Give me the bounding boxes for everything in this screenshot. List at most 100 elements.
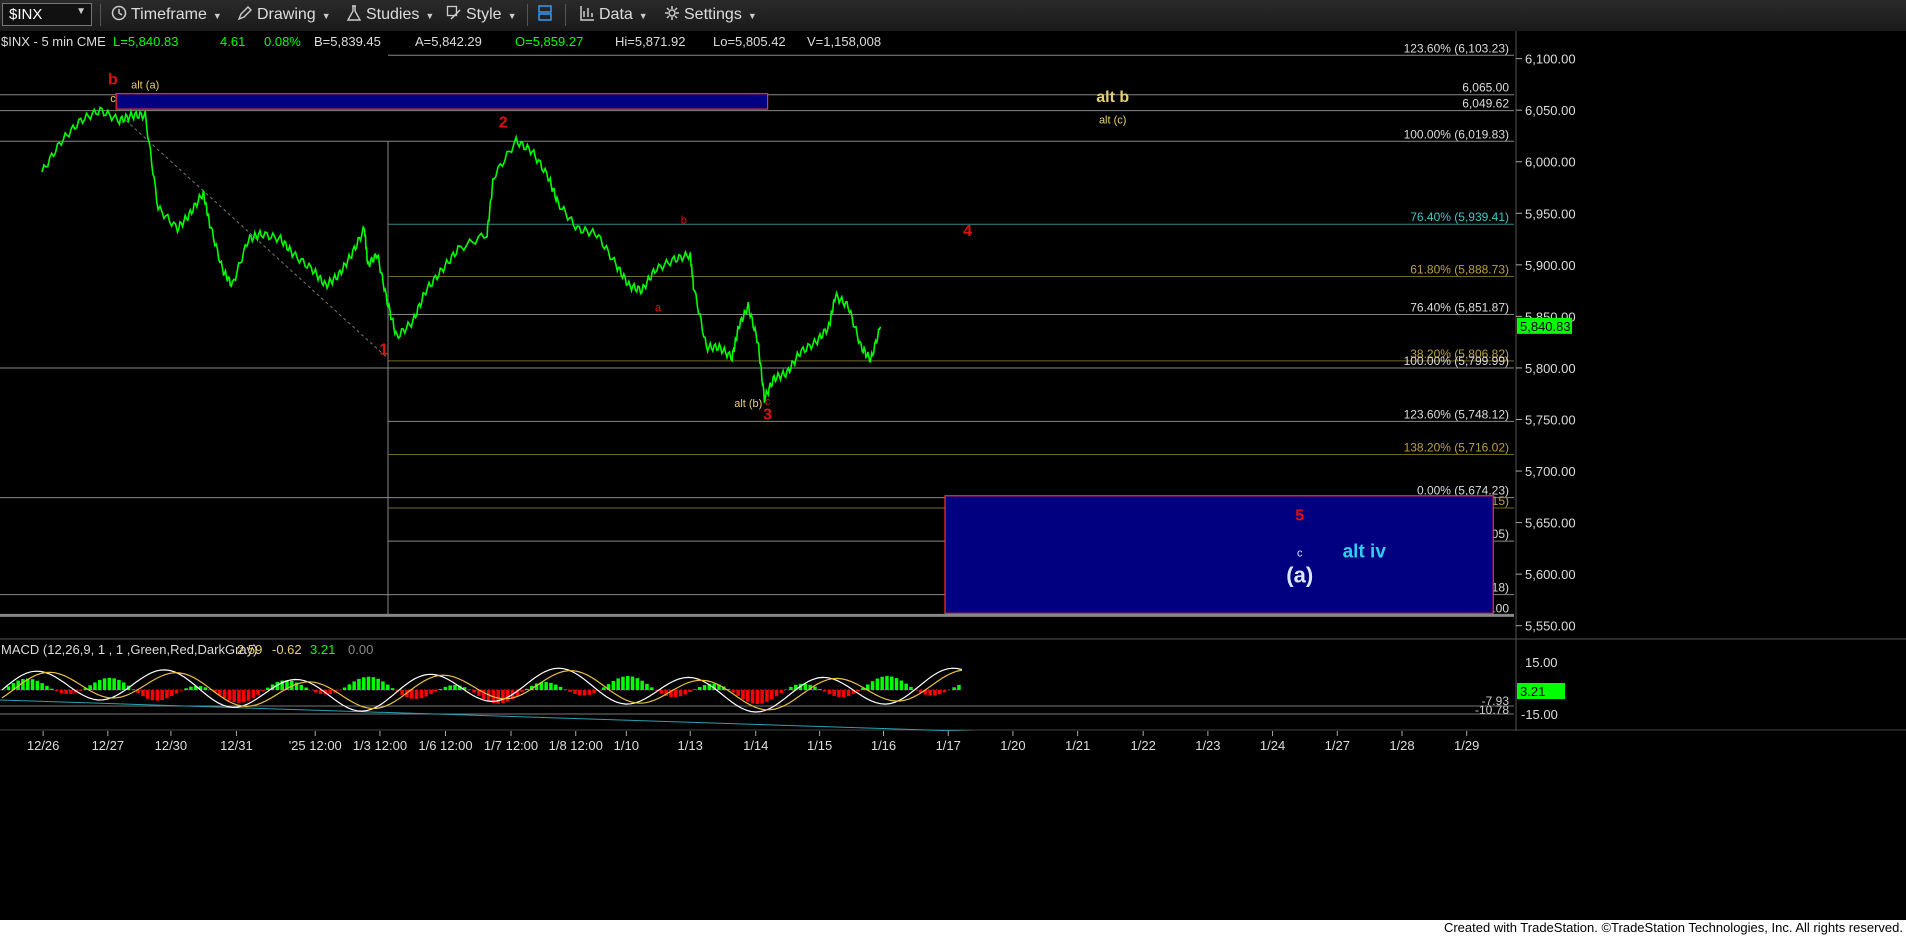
macd-histogram-bar [342, 687, 347, 690]
fib-level-label: 76.40% (5,851.87) [1410, 300, 1509, 314]
macd-value-tag-label: 3.21 [1520, 684, 1545, 699]
macd-histogram-bar [98, 680, 102, 690]
macd-histogram-bar [299, 684, 304, 690]
macd-histogram-bar [904, 683, 908, 690]
macd-histogram-bar [837, 690, 841, 697]
macd-histogram-bar [6, 686, 11, 690]
x-tick-label: 1/17 [936, 738, 961, 753]
x-tick-label: 1/7 12:00 [484, 738, 538, 753]
fib-level-label: 61.80% (5,888.73) [1410, 262, 1509, 276]
macd-histogram-bar [496, 690, 500, 704]
macd-histogram-bar [443, 686, 448, 690]
macd-histogram-bar [549, 682, 553, 690]
macd-histogram-bar [304, 687, 308, 690]
macd-histogram-bar [88, 685, 92, 690]
macd-histogram-bar [568, 690, 572, 692]
fib-level-label: 76.40% (5,939.41) [1410, 210, 1509, 224]
macd-histogram-bar [347, 684, 352, 690]
macd-histogram-bar [933, 690, 937, 696]
fib-level-label: 123.60% (5,748.12) [1404, 407, 1509, 421]
price-chart[interactable]: $INX - 5 min CME L=5,840.83 4.61 0.08% B… [0, 0, 1906, 920]
macd-histogram-bar [813, 686, 817, 690]
macd-histogram-bar [770, 690, 774, 700]
y-tick-label: 6,050.00 [1525, 103, 1576, 118]
macd-histogram-bar [659, 690, 664, 694]
high-price: Hi=5,871.92 [615, 34, 685, 49]
macd-histogram-bar [640, 680, 644, 690]
macd-histogram-bar [506, 690, 510, 702]
macd-histogram-bar [621, 676, 625, 690]
macd-histogram-bar [558, 686, 563, 690]
macd-histogram-bar [650, 687, 654, 690]
macd-histogram-bar [803, 683, 808, 690]
macd-histogram-bar [678, 690, 683, 697]
macd-histogram-bar [424, 690, 428, 697]
y-tick-label: 5,800.00 [1525, 361, 1576, 376]
macd-histogram-bar [582, 690, 587, 696]
x-tick-label: 1/20 [1000, 738, 1025, 753]
macd-histogram-bar [525, 688, 529, 690]
macd-histogram-bar [520, 690, 524, 693]
macd-histogram-bar [635, 678, 640, 690]
macd-histogram-bar [410, 690, 414, 699]
footer: Created with TradeStation. ©TradeStation… [0, 920, 1906, 937]
pct-change: 0.08% [264, 34, 301, 49]
macd-histogram-bar [150, 690, 155, 701]
macd-histogram-bar [434, 690, 438, 692]
macd-histogram-bar [472, 690, 476, 693]
wave-label: c [110, 93, 116, 105]
macd-histogram-bar [174, 690, 179, 694]
macd-histogram-bar [746, 690, 750, 702]
fib-level-label: 123.60% (6,103.23) [1404, 41, 1509, 55]
macd-histogram-bar [376, 678, 380, 690]
macd-histogram-bar [93, 682, 97, 690]
macd-histogram-bar [928, 690, 932, 696]
x-tick-label: 12/30 [155, 738, 188, 753]
fib-level-label: 100.00% (6,019.83) [1404, 127, 1509, 141]
low-price: Lo=5,805.42 [713, 34, 786, 49]
x-tick-label: 1/21 [1065, 738, 1090, 753]
fib-level-label: 138.20% (5,716.02) [1404, 441, 1509, 455]
x-tick-label: 1/22 [1131, 738, 1156, 753]
macd-histogram-bar [165, 690, 169, 699]
x-tick-label: 1/27 [1325, 738, 1350, 753]
macd-histogram-bar [875, 678, 880, 690]
wave-label: 3 [763, 406, 772, 423]
macd-histogram-bar [554, 684, 558, 690]
macd-histogram-bar [237, 690, 241, 703]
macd-histogram-bar [256, 690, 260, 695]
target-box [944, 495, 1494, 614]
macd-histogram-bar [78, 690, 83, 691]
macd-histogram-bar [688, 690, 692, 693]
wave-label: 4 [963, 223, 972, 240]
macd-histogram-bar [371, 677, 376, 690]
macd-histogram-bar [611, 681, 616, 690]
macd-histogram-bar [626, 676, 630, 690]
macd-histogram-bar [702, 685, 707, 690]
open-price: O=5,859.27 [515, 34, 583, 49]
macd-histogram-bar [266, 687, 270, 690]
macd-histogram-bar [438, 688, 443, 690]
y-tick-label: 6,100.00 [1525, 52, 1576, 67]
y-tick-label: 5,650.00 [1525, 516, 1576, 531]
macd-histogram-bar [880, 676, 884, 690]
chart-header: $INX - 5 min CME L=5,840.83 4.61 0.08% B… [1, 34, 881, 49]
macd-histogram-bar [899, 680, 904, 690]
macd-histogram-bar [203, 687, 208, 690]
macd-histogram-bar [952, 687, 956, 690]
macd-histogram-bar [184, 688, 188, 690]
macd-histogram-bar [45, 685, 49, 690]
macd-histogram-bar [414, 690, 419, 699]
macd-histogram-bar [885, 676, 889, 690]
wave-label: alt b [1096, 89, 1129, 106]
macd-histogram-bar [616, 678, 620, 690]
macd-histogram-bar [942, 690, 947, 693]
macd-value: -0.62 [272, 642, 302, 657]
macd-histogram-bar [544, 682, 548, 690]
macd-histogram-bar [59, 690, 64, 694]
macd-histogram-bar [645, 683, 649, 690]
y-tick-label: 6,000.00 [1525, 155, 1576, 170]
x-tick-label: 1/24 [1260, 738, 1285, 753]
macd-histogram-bar [693, 689, 697, 690]
macd-histogram-bar [419, 690, 424, 699]
